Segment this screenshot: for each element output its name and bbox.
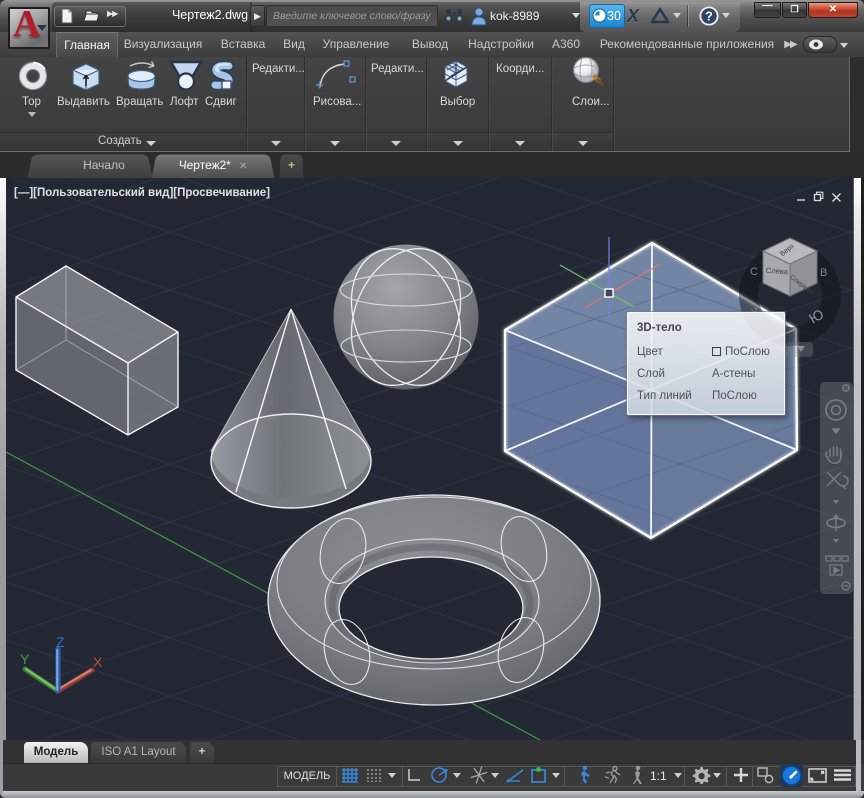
svg-text:?: ?	[705, 10, 713, 24]
svg-text:Слева: Слева	[766, 266, 789, 277]
svg-text:Y: Y	[20, 651, 30, 667]
svg-text:X: X	[93, 654, 103, 670]
svg-text:Z: Z	[56, 634, 65, 650]
svg-text:[—][Пользовательский вид][Прос: [—][Пользовательский вид][Просвечивание]	[14, 187, 270, 199]
svg-text:С: С	[750, 266, 758, 278]
svg-text:В: В	[820, 267, 827, 279]
